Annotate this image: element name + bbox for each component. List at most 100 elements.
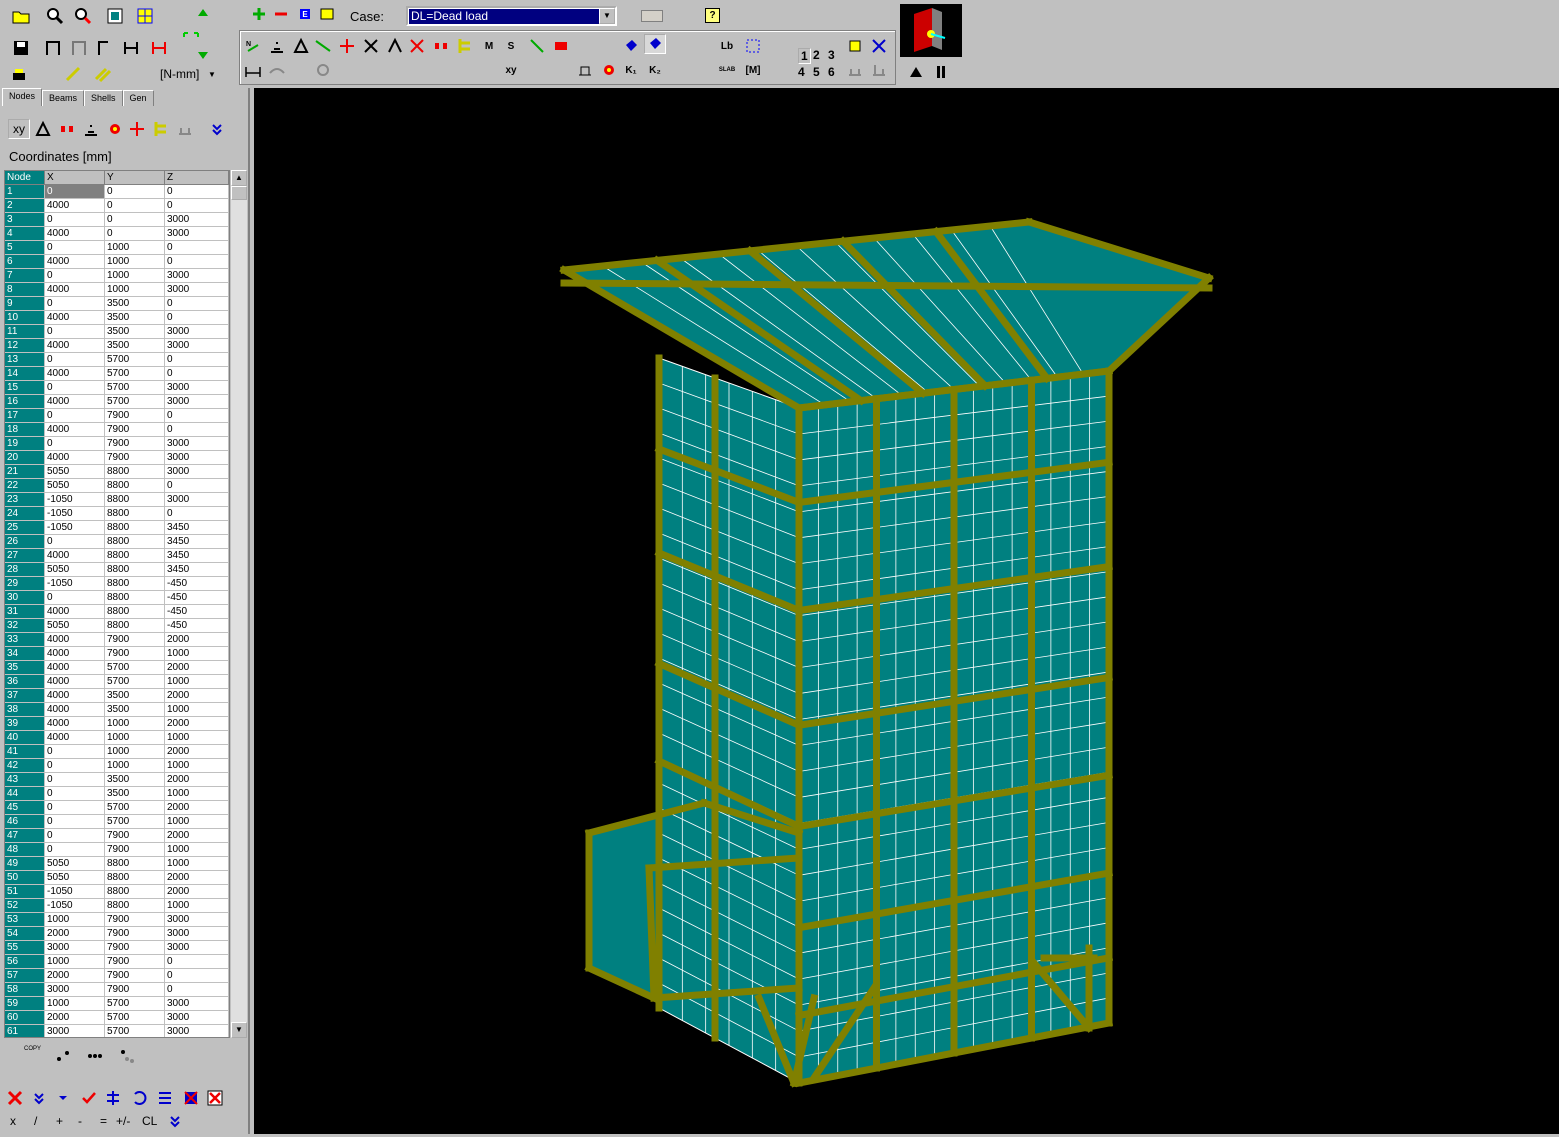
- node-cell[interactable]: 16: [5, 395, 45, 409]
- x-cell[interactable]: 0: [45, 185, 105, 199]
- node-cell[interactable]: 11: [5, 325, 45, 339]
- hinge-icon[interactable]: [430, 36, 452, 56]
- x-cell[interactable]: 0: [45, 535, 105, 549]
- multi-pencil-icon[interactable]: [92, 64, 114, 84]
- table-row[interactable]: 29 -1050 8800 -450: [5, 577, 229, 591]
- split-icon[interactable]: [336, 36, 358, 56]
- list-icon[interactable]: [154, 1088, 176, 1108]
- x-cell[interactable]: 4000: [45, 255, 105, 269]
- x-cell[interactable]: 4000: [45, 689, 105, 703]
- y-cell[interactable]: 1000: [105, 283, 165, 297]
- table-row[interactable]: 8 4000 1000 3000: [5, 283, 229, 297]
- calc-equals[interactable]: =: [100, 1114, 107, 1128]
- table-row[interactable]: 1000: [5, 185, 229, 199]
- node-cell[interactable]: 58: [5, 983, 45, 997]
- y-cell[interactable]: 7900: [105, 451, 165, 465]
- z-cell[interactable]: 3000: [165, 227, 229, 241]
- node-cell[interactable]: 39: [5, 717, 45, 731]
- node-cell[interactable]: 53: [5, 913, 45, 927]
- grid-icon[interactable]: [134, 6, 156, 26]
- y-cell[interactable]: 5700: [105, 801, 165, 815]
- y-cell[interactable]: 1000: [105, 717, 165, 731]
- y-cell[interactable]: 8800: [105, 535, 165, 549]
- node-cell[interactable]: 51: [5, 885, 45, 899]
- z-cell[interactable]: 3000: [165, 269, 229, 283]
- z-cell[interactable]: 0: [165, 297, 229, 311]
- calc-divide[interactable]: /: [34, 1114, 37, 1128]
- z-cell[interactable]: 0: [165, 241, 229, 255]
- offset-icon[interactable]: [150, 119, 172, 139]
- z-cell[interactable]: 0: [165, 353, 229, 367]
- pause-icon[interactable]: [930, 62, 952, 82]
- y-cell[interactable]: 5700: [105, 997, 165, 1011]
- z-cell[interactable]: 3000: [165, 451, 229, 465]
- calc-multiply[interactable]: x: [10, 1114, 16, 1128]
- calc-minus[interactable]: -: [78, 1114, 82, 1128]
- z-cell[interactable]: 3000: [165, 1025, 229, 1037]
- x-cell[interactable]: 0: [45, 815, 105, 829]
- node-cell[interactable]: 46: [5, 815, 45, 829]
- z-cell[interactable]: 3000: [165, 465, 229, 479]
- z-cell[interactable]: 3450: [165, 521, 229, 535]
- table-row[interactable]: 26 0 8800 3450: [5, 535, 229, 549]
- y-cell[interactable]: 8800: [105, 857, 165, 871]
- node-cell[interactable]: 24: [5, 507, 45, 521]
- x-cell[interactable]: 5050: [45, 619, 105, 633]
- elevation-icon[interactable]: [266, 36, 288, 56]
- curve-icon[interactable]: [266, 60, 288, 80]
- dimension-icon[interactable]: [742, 36, 764, 56]
- view-2[interactable]: 2: [813, 48, 820, 62]
- table-row[interactable]: 58 3000 7900 0: [5, 983, 229, 997]
- node-cell[interactable]: 5: [5, 241, 45, 255]
- y-cell[interactable]: 8800: [105, 577, 165, 591]
- anchor-icon[interactable]: [574, 60, 596, 80]
- beam-green-icon[interactable]: [312, 36, 334, 56]
- z-cell[interactable]: 3000: [165, 381, 229, 395]
- perspective-icon[interactable]: [905, 62, 927, 82]
- table-row[interactable]: 13 0 5700 0: [5, 353, 229, 367]
- node-grid[interactable]: Node X Y Z 1 0 0 0 2 4000 0 0 3 0 0 3000 4 4000 0 3000 5…: [4, 170, 230, 1038]
- table-row[interactable]: 37 4000 3500 2000: [5, 689, 229, 703]
- table-row[interactable]: 21 5050 8800 3000: [5, 465, 229, 479]
- x-cell[interactable]: 0: [45, 787, 105, 801]
- node-cell[interactable]: 59: [5, 997, 45, 1011]
- y-cell[interactable]: 5700: [105, 367, 165, 381]
- x-cell[interactable]: 0: [45, 213, 105, 227]
- blank-button[interactable]: [641, 10, 663, 22]
- table-row[interactable]: 27 4000 8800 3450: [5, 549, 229, 563]
- axes-icon[interactable]: [868, 36, 890, 56]
- node-cell[interactable]: 41: [5, 745, 45, 759]
- split-icon[interactable]: [126, 119, 148, 139]
- table-row[interactable]: 43 0 3500 2000: [5, 773, 229, 787]
- node-red-icon[interactable]: [598, 60, 620, 80]
- units-select[interactable]: [N-mm]: [160, 67, 199, 81]
- table-row[interactable]: 46 0 5700 1000: [5, 815, 229, 829]
- z-cell[interactable]: 0: [165, 507, 229, 521]
- tab-gen[interactable]: Gen: [122, 90, 154, 106]
- z-cell[interactable]: 2000: [165, 745, 229, 759]
- node-cell[interactable]: 6: [5, 255, 45, 269]
- y-cell[interactable]: 3500: [105, 689, 165, 703]
- edit-icon[interactable]: E: [294, 4, 316, 24]
- y-cell[interactable]: 3500: [105, 703, 165, 717]
- x-cell[interactable]: 4000: [45, 661, 105, 675]
- sequence-icon[interactable]: [84, 1046, 106, 1066]
- elevation-icon[interactable]: [80, 119, 102, 139]
- z-cell[interactable]: 1000: [165, 899, 229, 913]
- intersect-icon[interactable]: [360, 36, 382, 56]
- x-cell[interactable]: 0: [45, 843, 105, 857]
- y-cell[interactable]: 3500: [105, 339, 165, 353]
- y-cell[interactable]: 8800: [105, 563, 165, 577]
- y-cell[interactable]: 3500: [105, 787, 165, 801]
- z-cell[interactable]: -450: [165, 619, 229, 633]
- y-cell[interactable]: 5700: [105, 675, 165, 689]
- y-cell[interactable]: 0: [105, 227, 165, 241]
- node-cell[interactable]: 34: [5, 647, 45, 661]
- z-cell[interactable]: 3450: [165, 549, 229, 563]
- node-cell[interactable]: 36: [5, 675, 45, 689]
- y-cell[interactable]: 5700: [105, 353, 165, 367]
- node-numbers-icon[interactable]: N: [242, 36, 264, 56]
- calc-plus[interactable]: +: [56, 1114, 63, 1128]
- x-cell[interactable]: 0: [45, 269, 105, 283]
- y-cell[interactable]: 7900: [105, 647, 165, 661]
